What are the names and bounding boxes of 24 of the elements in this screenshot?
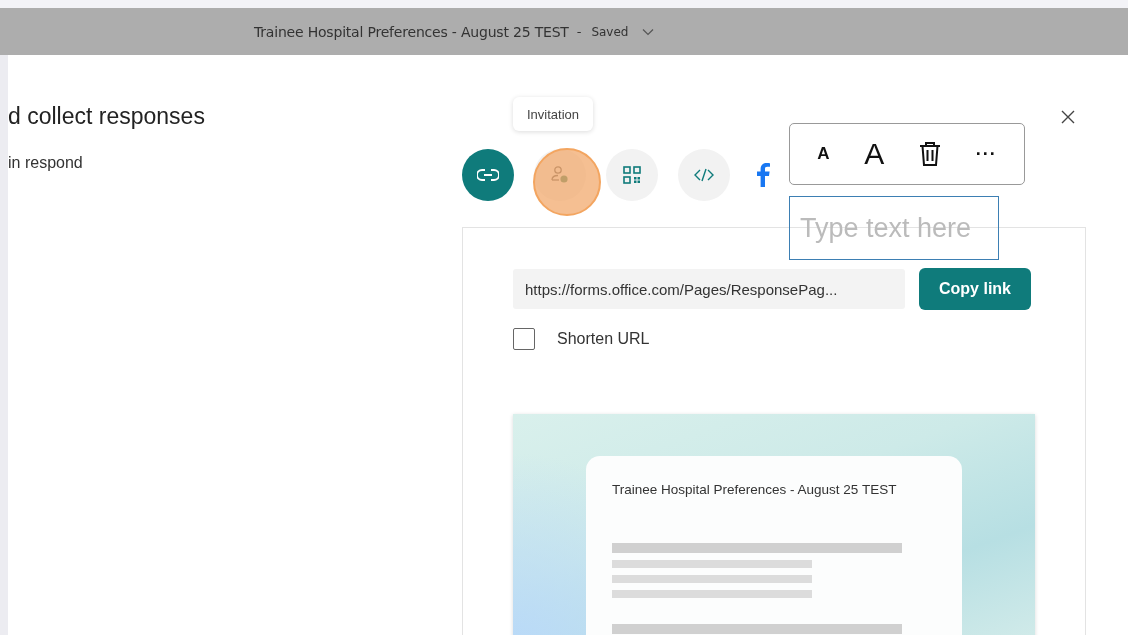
link-icon [477,169,499,181]
more-button[interactable]: ··· [975,143,997,165]
separator: - [576,24,582,39]
tooltip: Invitation [513,97,594,131]
close-icon[interactable] [1061,110,1075,124]
save-status: Saved [591,24,629,39]
decrease-font-button[interactable]: A [817,144,830,164]
shorten-url-label: Shorten URL [557,330,650,348]
text-input[interactable]: Type text here [789,196,999,260]
trash-icon[interactable] [918,142,941,166]
facebook-icon [756,163,770,187]
url-field[interactable]: https://forms.office.com/Pages/ResponsePag... [513,269,905,309]
checkbox[interactable] [513,328,535,350]
increase-font-button[interactable]: A [864,137,885,171]
chevron-down-icon[interactable] [642,27,655,36]
dialog-subtext: in respond [8,154,84,172]
preview-title: Trainee Hospital Preferences - August 25 TEST [612,482,898,497]
copy-link-button[interactable]: Copy link [919,268,1031,310]
share-option-button[interactable] [606,149,658,201]
code-icon [694,168,714,182]
share-option-button[interactable] [462,149,514,201]
qr-code-icon [623,166,641,184]
dialog-heading: d collect responses [8,103,206,130]
form-title: Trainee Hospital Preferences - August 25 TEST [254,23,569,40]
